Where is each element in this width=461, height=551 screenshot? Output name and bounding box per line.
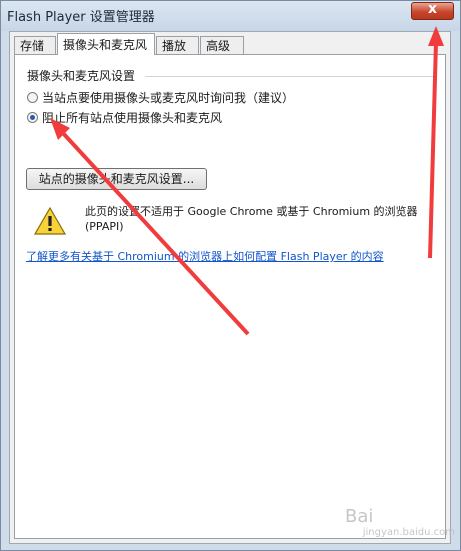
watermark-sub: jingyan.baidu.com bbox=[362, 527, 455, 538]
learn-more-link[interactable]: 了解更多有关基于 Chromium 的浏览器上如何配置 Flash Player… bbox=[26, 248, 384, 264]
tab-advanced-label: 高级 bbox=[206, 39, 231, 53]
client-area: 存储 摄像头和麦克风 播放 高级 摄像头和麦克风设置 当站点要使用摄像头或麦克风… bbox=[9, 31, 451, 544]
tab-advanced[interactable]: 高级 bbox=[200, 36, 244, 54]
ppapi-warning-text: 此页的设置不适用于 Google Chrome 或基于 Chromium 的浏览… bbox=[85, 205, 418, 233]
group-divider bbox=[145, 76, 437, 77]
window-title: Flash Player 设置管理器 bbox=[7, 10, 155, 25]
flash-settings-window: Flash Player 设置管理器 x 存储 摄像头和麦克风 播放 高级 摄像… bbox=[0, 0, 461, 551]
site-settings-button[interactable]: 站点的摄像头和麦克风设置... bbox=[26, 168, 207, 190]
tab-panel-camera-microphone: 摄像头和麦克风设置 当站点要使用摄像头或麦克风时询问我（建议） 阻止所有站点使用… bbox=[14, 54, 446, 539]
watermark-brand: Bai bbox=[345, 506, 374, 527]
tab-camera-microphone[interactable]: 摄像头和麦克风 bbox=[57, 33, 155, 55]
tab-storage-label: 存储 bbox=[20, 39, 45, 53]
radio-block-all[interactable] bbox=[27, 112, 38, 123]
option-ask-me-label: 当站点要使用摄像头或麦克风时询问我（建议） bbox=[42, 91, 295, 105]
radio-ask-me[interactable] bbox=[27, 92, 38, 103]
close-icon: x bbox=[427, 1, 438, 17]
close-button[interactable]: x bbox=[411, 1, 454, 20]
group-title: 摄像头和麦克风设置 bbox=[25, 67, 138, 84]
tab-camera-microphone-label: 摄像头和麦克风 bbox=[63, 38, 148, 52]
tab-playback[interactable]: 播放 bbox=[156, 36, 199, 54]
title-bar[interactable]: Flash Player 设置管理器 x bbox=[1, 1, 460, 31]
option-block-all-label: 阻止所有站点使用摄像头和麦克风 bbox=[42, 111, 223, 125]
option-ask-me[interactable]: 当站点要使用摄像头或麦克风时询问我（建议） bbox=[27, 90, 294, 106]
warning-icon bbox=[34, 207, 66, 235]
tab-storage[interactable]: 存储 bbox=[14, 36, 56, 54]
watermark: Bai jingyan.baidu.com bbox=[345, 506, 455, 546]
tab-playback-label: 播放 bbox=[162, 39, 187, 53]
option-block-all[interactable]: 阻止所有站点使用摄像头和麦克风 bbox=[27, 110, 222, 126]
